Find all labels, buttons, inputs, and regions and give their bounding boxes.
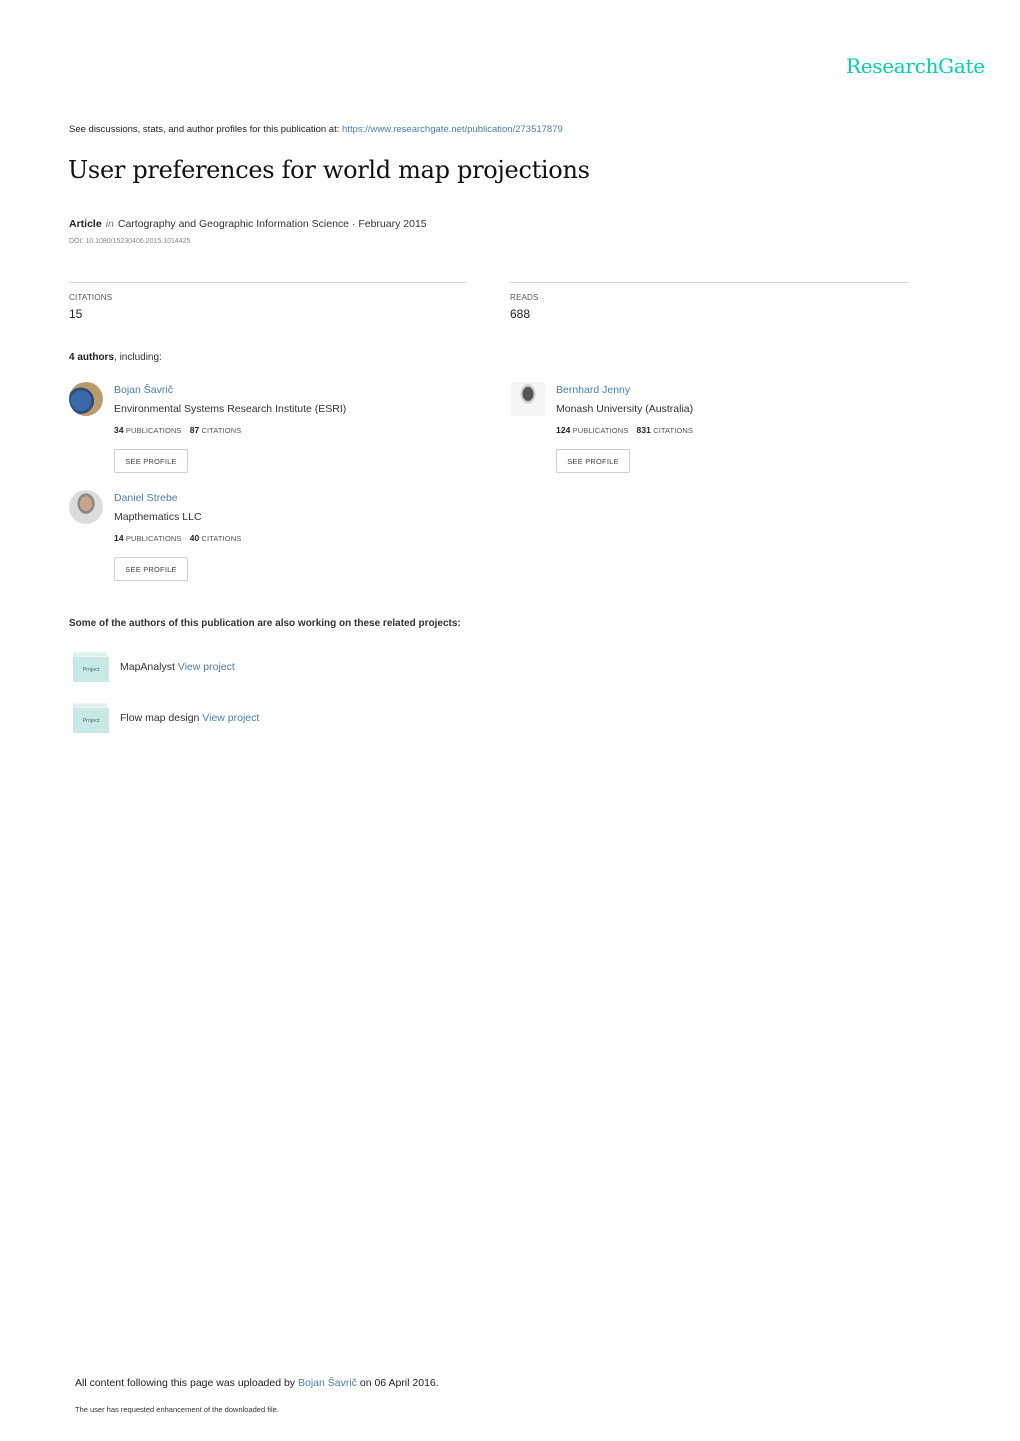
publications-label: PUBLICATIONS <box>572 426 629 435</box>
journal-date: Cartography and Geographic Information S… <box>117 218 427 230</box>
project-name: MapAnalyst <box>120 661 175 673</box>
publications-label: PUBLICATIONS <box>125 534 182 543</box>
upload-suffix: on 06 April 2016. <box>356 1377 439 1389</box>
author-name-link[interactable]: Daniel Strebe <box>114 492 178 504</box>
upload-prefix: All content following this page was uplo… <box>75 1377 298 1389</box>
publication-type: Article <box>69 218 102 230</box>
see-profile-button[interactable]: SEE PROFILE <box>114 449 188 473</box>
doi: DOI: 10.1080/15230406.2015.1014425 <box>69 238 191 245</box>
project-item: Project Flow map design View project <box>73 703 473 735</box>
publications-count: 34 <box>114 425 124 435</box>
project-text: MapAnalyst View project <box>120 661 235 673</box>
publication-meta: Article in Cartography and Geographic Info… <box>69 218 427 230</box>
publication-url-link[interactable]: https://www.researchgate.net/publication… <box>342 124 563 135</box>
reads-label: READS <box>510 293 539 302</box>
in-label: in <box>105 218 114 230</box>
researchgate-logo[interactable]: ResearchGate <box>846 54 985 78</box>
avatar[interactable] <box>69 490 103 524</box>
author-card: Daniel Strebe Mapthematics LLC 14 PUBLIC… <box>69 490 489 590</box>
project-folder-icon[interactable]: Project <box>73 652 109 682</box>
enhancement-note: The user has requested enhancement of th… <box>75 1405 279 1414</box>
uploader-link[interactable]: Bojan Šavrič <box>298 1377 357 1389</box>
publications-label: PUBLICATIONS <box>125 426 182 435</box>
author-card: Bojan Šavrič Environmental Systems Resea… <box>69 382 489 482</box>
see-profile-button[interactable]: SEE PROFILE <box>556 449 630 473</box>
project-folder-icon[interactable]: Project <box>73 703 109 733</box>
avatar[interactable] <box>511 382 545 416</box>
project-item: Project MapAnalyst View project <box>73 652 473 684</box>
citations-count: 87 <box>189 425 200 435</box>
view-project-link[interactable]: View project <box>178 661 235 673</box>
citations-value: 15 <box>69 307 83 321</box>
author-counts: 14 PUBLICATIONS 40 CITATIONS <box>114 533 241 543</box>
view-project-link[interactable]: View project <box>202 712 259 724</box>
citations-label: CITATIONS <box>201 534 242 543</box>
author-card: Bernhard Jenny Monash University (Austra… <box>511 382 931 482</box>
citations-count: 831 <box>636 425 651 435</box>
publications-count: 14 <box>114 533 124 543</box>
citations-count: 40 <box>189 533 200 543</box>
project-name: Flow map design <box>120 712 200 724</box>
intro-text: See discussions, stats, and author profi… <box>69 124 343 135</box>
author-name-link[interactable]: Bojan Šavrič <box>114 384 173 396</box>
publications-count: 124 <box>556 425 571 435</box>
see-profile-button[interactable]: SEE PROFILE <box>114 557 188 581</box>
citations-label: CITATIONS <box>201 426 242 435</box>
project-icon-label: Project <box>73 707 109 733</box>
authors-count: 4 authors <box>69 352 115 363</box>
author-affiliation: Environmental Systems Research Institute… <box>114 403 347 415</box>
citations-divider <box>69 282 466 283</box>
authors-suffix: , including: <box>114 352 162 363</box>
publication-title: User preferences for world map projectio… <box>68 156 590 184</box>
author-affiliation: Monash University (Australia) <box>556 403 694 415</box>
authors-heading: 4 authors, including: <box>69 352 162 363</box>
upload-info: All content following this page was uplo… <box>75 1377 439 1389</box>
reads-value: 688 <box>510 307 531 321</box>
author-affiliation: Mapthematics LLC <box>114 511 202 523</box>
related-projects-heading: Some of the authors of this publication … <box>69 618 461 629</box>
avatar[interactable] <box>69 382 103 416</box>
reads-divider <box>510 282 908 283</box>
citations-label: CITATIONS <box>69 293 113 302</box>
author-counts: 124 PUBLICATIONS 831 CITATIONS <box>556 425 693 435</box>
project-text: Flow map design View project <box>120 712 259 724</box>
intro-line: See discussions, stats, and author profi… <box>69 124 563 135</box>
author-name-link[interactable]: Bernhard Jenny <box>556 384 630 396</box>
project-icon-label: Project <box>73 656 109 682</box>
author-counts: 34 PUBLICATIONS 87 CITATIONS <box>114 425 241 435</box>
citations-label: CITATIONS <box>653 426 693 435</box>
